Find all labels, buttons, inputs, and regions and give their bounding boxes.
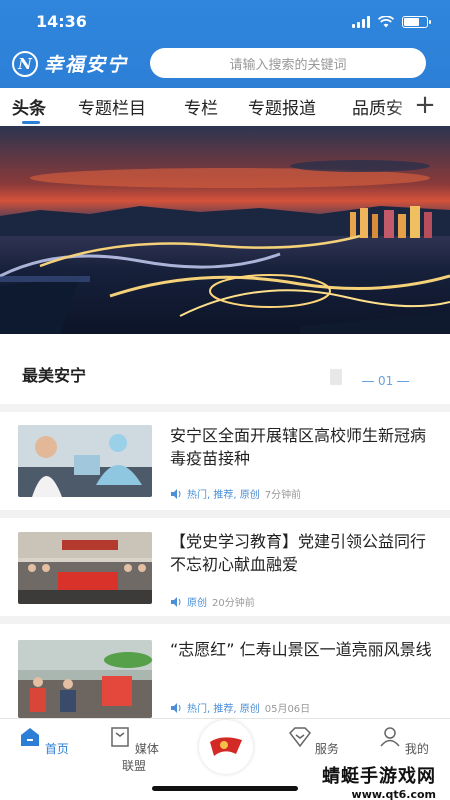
news-time: 20分钟前 [212, 598, 255, 609]
channel-tabs: 头条 专题栏目 专栏 专题报道 品质安 + [0, 88, 450, 126]
active-tab-indicator [22, 121, 40, 124]
banner-image[interactable] [0, 126, 450, 334]
nav-service-label: 服务 [314, 742, 339, 756]
section-title: 最美安宁 [22, 366, 87, 385]
news-tags: 热门, 推荐, 原创 [187, 490, 260, 501]
tab-special-reports[interactable]: 专题报道 [248, 94, 316, 119]
status-time: 14:36 [36, 12, 87, 31]
service-icon [289, 727, 312, 748]
news-item[interactable]: 安宁区全面开展辖区高校师生新冠病毒疫苗接种 热门, 推荐, 原创 7分钟前 [0, 412, 450, 510]
watermark-line1: 蜻蜓手游戏网 [322, 766, 436, 787]
status-icons [352, 16, 431, 28]
nav-profile-label: 我的 [404, 742, 429, 756]
logo-mark-icon: N [12, 50, 38, 77]
party-flag-icon [210, 737, 242, 756]
news-thumbnail [18, 425, 152, 497]
news-thumbnail [18, 532, 152, 604]
nav-media-alliance[interactable]: 媒体联盟 [104, 727, 164, 774]
news-meta: 热门, 推荐, 原创 7分钟前 [170, 486, 301, 501]
watermark: 蜻蜓手游戏网 www.qt6.com [322, 762, 436, 800]
news-time: 05月06日 [264, 704, 311, 715]
app-logo: N 幸福安宁 [12, 50, 128, 77]
news-title: 安宁区全面开展辖区高校师生新冠病毒疫苗接种 [170, 426, 427, 468]
battery-icon [402, 16, 431, 28]
tab-columns[interactable]: 专栏 [184, 94, 218, 119]
news-item[interactable]: 【党史学习教育】党建引领公益同行 不忘初心献血融爱 原创 20分钟前 [0, 518, 450, 616]
status-bar: 14:36 [0, 8, 450, 36]
wifi-icon [378, 16, 394, 28]
app-header: 14:36 N 幸福安宁 请输入搜索的关键词 [0, 0, 450, 88]
speaker-icon [171, 488, 181, 499]
news-time: 7分钟前 [264, 490, 302, 501]
profile-icon [380, 727, 400, 747]
watermark-line2: www.qt6.com [351, 788, 436, 800]
tab-topic-columns[interactable]: 专题栏目 [78, 94, 146, 119]
news-title: “志愿红” 仁寿山景区一道亮丽风景线 [170, 640, 432, 659]
news-meta: 原创 20分钟前 [170, 594, 255, 609]
party-emblem-button[interactable] [199, 720, 253, 774]
speaker-icon [171, 596, 181, 607]
news-title: 【党史学习教育】党建引领公益同行 不忘初心献血融爱 [170, 532, 427, 574]
search-input[interactable]: 请输入搜索的关键词 [150, 48, 426, 78]
page-indicator: 01 [362, 374, 410, 388]
news-meta: 热门, 推荐, 原创 05月06日 [170, 700, 310, 715]
news-item[interactable]: “志愿红” 仁寿山景区一道亮丽风景线 热门, 推荐, 原创 05月06日 [0, 624, 450, 718]
add-channel-icon[interactable]: + [412, 90, 438, 120]
home-icon [21, 728, 40, 746]
page-number: 01 [378, 374, 394, 388]
nav-profile[interactable]: 我的 [374, 727, 434, 757]
home-indicator[interactable] [152, 786, 298, 791]
tab-headline[interactable]: 头条 [12, 94, 46, 119]
nav-service[interactable]: 服务 [284, 727, 344, 757]
nav-home-label: 首页 [44, 742, 69, 756]
city-night-scene [0, 160, 450, 334]
signal-icon [352, 16, 370, 28]
news-tags: 热门, 推荐, 原创 [187, 704, 260, 715]
news-thumbnail [18, 640, 152, 718]
app-name: 幸福安宁 [44, 54, 129, 76]
speaker-icon [171, 702, 181, 713]
media-icon [111, 727, 129, 747]
news-tags: 原创 [187, 598, 207, 609]
nav-home[interactable]: 首页 [14, 727, 74, 757]
bookmark-icon [330, 369, 342, 385]
